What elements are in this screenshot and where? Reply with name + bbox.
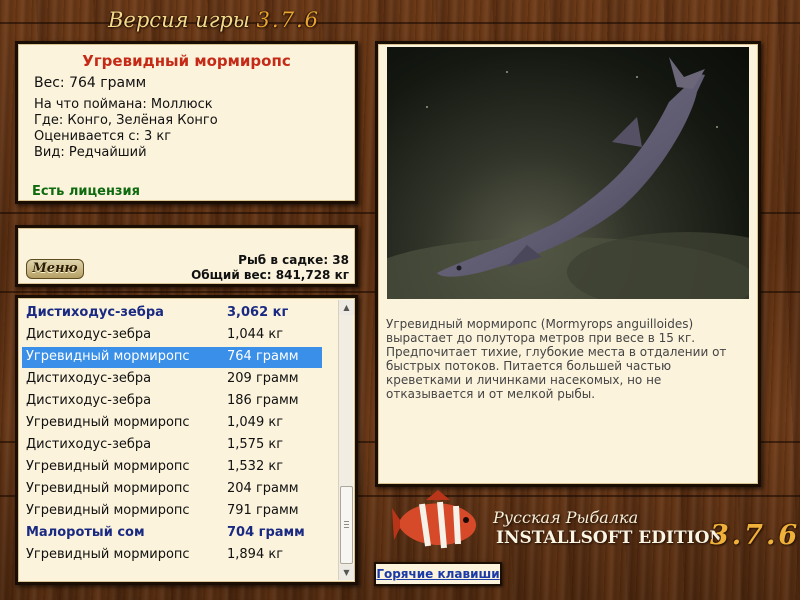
- fish-illustration: [387, 57, 749, 299]
- fish-list: Дистиходус-зебра 3,062 кг Дистиходус-зебра…: [15, 295, 358, 585]
- logo-edition: INSTALLSOFT EDITION: [496, 528, 725, 548]
- version-label: Версия игры: [108, 8, 250, 32]
- fish-weight: Вес: 764 грамм: [34, 75, 147, 91]
- list-item-weight: 1,044 кг: [227, 327, 284, 342]
- cage-fish-count: Рыб в садке: 38: [238, 253, 349, 267]
- list-item[interactable]: Угревидный мормиропс 204 грамм: [22, 479, 322, 500]
- list-item-name: Дистиходус-зебра: [26, 305, 164, 320]
- chevron-down-icon[interactable]: ▼: [339, 565, 354, 580]
- list-item[interactable]: Угревидный мормиропс 1,894 кг: [22, 545, 322, 566]
- fish-name: Угревидный мормиропс: [82, 52, 291, 70]
- list-item[interactable]: Угревидный мормиропс 1,532 кг: [22, 457, 322, 478]
- list-item-weight: 764 грамм: [227, 349, 299, 364]
- fish-location: Где: Конго, Зелёная Конго: [34, 113, 218, 128]
- logo-title: Русская Рыбалка: [493, 508, 639, 527]
- list-item[interactable]: Угревидный мормиропс 764 грамм: [22, 347, 322, 368]
- cage-summary-panel: Меню Рыб в садке: 38 Общий вес: 841,728 …: [15, 225, 358, 287]
- list-item-weight: 704 грамм: [227, 525, 305, 540]
- scrollbar-thumb[interactable]: [340, 486, 353, 564]
- chevron-up-icon[interactable]: ▲: [339, 300, 354, 315]
- hotkeys-button[interactable]: Горячие клавиши: [374, 562, 502, 586]
- list-item-name: Малоротый сом: [26, 525, 145, 540]
- list-item-weight: 209 грамм: [227, 371, 299, 386]
- scrollbar-grip: [344, 524, 349, 525]
- list-item-name: Дистиходус-зебра: [26, 437, 152, 452]
- list-item-weight: 1,049 кг: [227, 415, 284, 430]
- list-item-name: Угревидный мормиропс: [26, 349, 190, 364]
- list-item-weight: 3,062 кг: [227, 305, 289, 320]
- fish-info-panel: Угревидный мормиропс Вес: 764 грамм На ч…: [15, 41, 358, 204]
- game-version-title: Версия игры 3.7.6: [108, 8, 318, 38]
- list-item[interactable]: Дистиходус-зебра 1,575 кг: [22, 435, 322, 456]
- list-item-weight: 204 грамм: [227, 481, 299, 496]
- list-scrollbar[interactable]: ▲ ▼: [338, 300, 354, 580]
- list-item[interactable]: Дистиходус-зебра 186 грамм: [22, 391, 322, 412]
- list-item-weight: 1,532 кг: [227, 459, 284, 474]
- fish-valued-from: Оценивается с: 3 кг: [34, 129, 172, 144]
- list-item-name: Угревидный мормиропс: [26, 547, 190, 562]
- list-item[interactable]: Дистиходус-зебра 3,062 кг: [22, 303, 322, 324]
- fish-bait: На что поймана: Моллюск: [34, 97, 213, 112]
- license-status: Есть лицензия: [32, 184, 140, 199]
- list-item-weight: 1,575 кг: [227, 437, 284, 452]
- list-item-name: Угревидный мормиропс: [26, 415, 190, 430]
- list-item-weight: 186 грамм: [227, 393, 299, 408]
- fish-kind: Вид: Редчайший: [34, 145, 147, 160]
- list-item-name: Дистиходус-зебра: [26, 327, 152, 342]
- fish-photo: [387, 47, 749, 299]
- list-item-name: Дистиходус-зебра: [26, 393, 152, 408]
- version-number: 3.7.6: [256, 8, 320, 32]
- fish-icon: [392, 490, 476, 549]
- list-item[interactable]: Дистиходус-зебра 209 грамм: [22, 369, 322, 390]
- list-item[interactable]: Дистиходус-зебра 1,044 кг: [22, 325, 322, 346]
- list-item-name: Угревидный мормиропс: [26, 459, 190, 474]
- logo-version: 3.7.6: [710, 520, 800, 551]
- scrollbar-grip: [344, 527, 349, 528]
- list-item-weight: 1,894 кг: [227, 547, 284, 562]
- fish-photo-panel: Угревидный мормиропс (Mormyrops anguillo…: [375, 41, 761, 487]
- list-item-weight: 791 грамм: [227, 503, 299, 518]
- list-item-name: Угревидный мормиропс: [26, 503, 190, 518]
- scrollbar-grip: [344, 521, 349, 522]
- fish-description: Угревидный мормиропс (Mormyrops anguillo…: [386, 317, 727, 401]
- list-item[interactable]: Угревидный мормиропс 1,049 кг: [22, 413, 322, 434]
- list-item-name: Дистиходус-зебра: [26, 371, 152, 386]
- cage-total-weight: Общий вес: 841,728 кг: [191, 268, 349, 282]
- menu-button[interactable]: Меню: [26, 259, 84, 279]
- list-item[interactable]: Малоротый сом 704 грамм: [22, 523, 322, 544]
- list-item[interactable]: Угревидный мормиропс 791 грамм: [22, 501, 322, 522]
- list-item-name: Угревидный мормиропс: [26, 481, 190, 496]
